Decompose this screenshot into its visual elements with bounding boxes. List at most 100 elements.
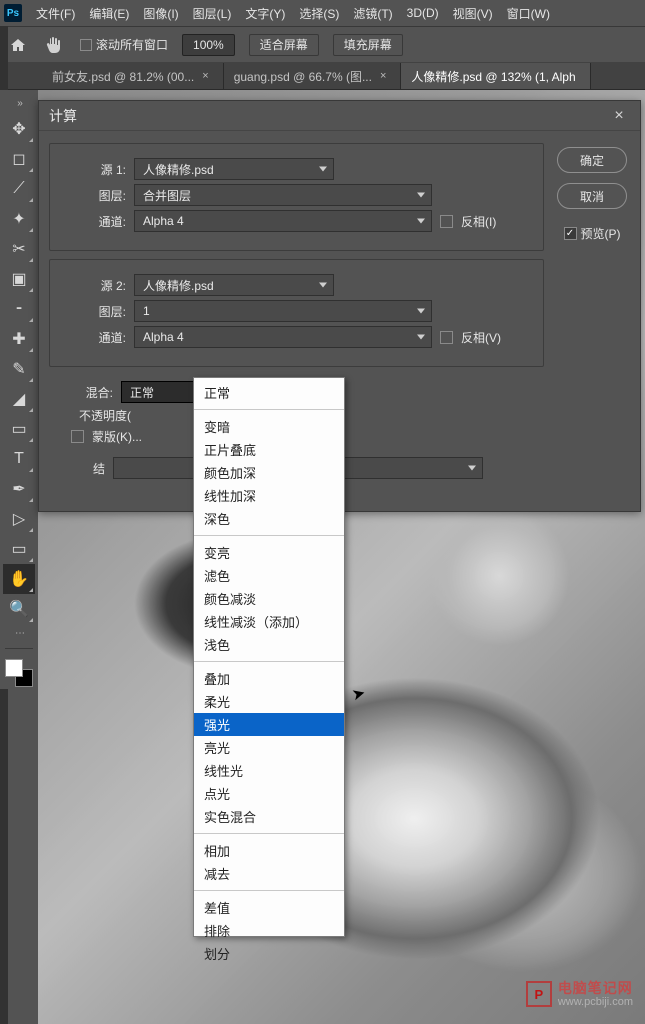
- menu-layer[interactable]: 图层(L): [193, 5, 232, 22]
- source2-invert-checkbox[interactable]: [440, 331, 453, 344]
- blend-mode-option[interactable]: 点光: [194, 782, 344, 805]
- marquee-tool[interactable]: ◻: [3, 144, 35, 174]
- close-icon[interactable]: ×: [202, 70, 208, 82]
- menu-select[interactable]: 选择(S): [299, 5, 339, 22]
- close-icon[interactable]: ×: [608, 107, 630, 125]
- document-tab-bar: 前女友.psd @ 81.2% (00... × guang.psd @ 66.…: [0, 62, 645, 90]
- brush-tool[interactable]: ✎: [3, 354, 35, 384]
- menu-3d[interactable]: 3D(D): [407, 6, 439, 20]
- blend-mode-option[interactable]: 叠加: [194, 667, 344, 690]
- blend-mode-option[interactable]: 颜色加深: [194, 461, 344, 484]
- toolbox-collapse-icon[interactable]: »: [3, 96, 35, 110]
- eyedropper-tool[interactable]: ⁃: [3, 294, 35, 324]
- menu-view[interactable]: 视图(V): [453, 5, 493, 22]
- source2-section: 源 2: 人像精修.psd 图层: 1 通道: Alpha 4 反相(V): [49, 259, 544, 367]
- hand-tool-icon[interactable]: [42, 33, 66, 57]
- fill-screen-button[interactable]: 填充屏幕: [333, 34, 403, 56]
- frame-tool[interactable]: ▣: [3, 264, 35, 294]
- move-tool[interactable]: ✥: [3, 114, 35, 144]
- blend-mode-option[interactable]: 正常: [194, 381, 344, 404]
- blend-mode-option[interactable]: 浅色: [194, 633, 344, 656]
- fit-screen-button[interactable]: 适合屏幕: [249, 34, 319, 56]
- document-tab[interactable]: 人像精修.psd @ 132% (1, Alph: [401, 63, 590, 89]
- home-icon[interactable]: [8, 35, 28, 55]
- preview-checkbox[interactable]: ✓: [564, 227, 577, 240]
- blend-mode-option[interactable]: 柔光: [194, 690, 344, 713]
- flyout-indicator-icon: [29, 348, 33, 352]
- flyout-indicator-icon: [29, 588, 33, 592]
- menu-type[interactable]: 文字(Y): [245, 5, 285, 22]
- blend-mode-dropdown[interactable]: 正常变暗正片叠底颜色加深线性加深深色变亮滤色颜色减淡线性减淡（添加）浅色叠加柔光…: [193, 377, 345, 937]
- source1-invert-checkbox[interactable]: [440, 215, 453, 228]
- path-select-tool[interactable]: ▷: [3, 504, 35, 534]
- options-bar: 滚动所有窗口 100% 适合屏幕 填充屏幕: [0, 26, 645, 62]
- toolbox-overflow-icon[interactable]: ⋯: [3, 626, 35, 640]
- blend-mode-option[interactable]: 划分: [194, 942, 344, 965]
- menu-file[interactable]: 文件(F): [36, 5, 75, 22]
- result-label: 结: [49, 460, 105, 477]
- source1-label: 源 1:: [62, 161, 126, 178]
- foreground-background-swatch[interactable]: [3, 657, 35, 689]
- blend-mode-option[interactable]: 排除: [194, 919, 344, 942]
- watermark-url: www.pcbiji.com: [558, 996, 633, 1008]
- eraser-tool[interactable]: ◢: [3, 384, 35, 414]
- document-tab[interactable]: 前女友.psd @ 81.2% (00... ×: [42, 63, 224, 89]
- flyout-indicator-icon: [29, 528, 33, 532]
- source2-channel-select[interactable]: Alpha 4: [134, 326, 432, 348]
- healing-brush-tool[interactable]: ✚: [3, 324, 35, 354]
- lasso-tool[interactable]: ⟋: [3, 174, 35, 204]
- menu-edit[interactable]: 编辑(E): [89, 5, 129, 22]
- blend-mode-option[interactable]: 正片叠底: [194, 438, 344, 461]
- blend-label: 混合:: [49, 384, 113, 401]
- document-tab[interactable]: guang.psd @ 66.7% (图... ×: [224, 63, 402, 89]
- dialog-titlebar[interactable]: 计算 ×: [39, 101, 640, 131]
- hand-tool[interactable]: ✋: [3, 564, 35, 594]
- foreground-color-swatch[interactable]: [5, 659, 23, 677]
- menu-image[interactable]: 图像(I): [143, 5, 178, 22]
- blend-mode-option[interactable]: 线性加深: [194, 484, 344, 507]
- blend-mode-option[interactable]: 变暗: [194, 415, 344, 438]
- type-tool[interactable]: T: [3, 444, 35, 474]
- blend-mode-option[interactable]: 变亮: [194, 541, 344, 564]
- close-icon[interactable]: ×: [380, 70, 386, 82]
- blend-mode-option[interactable]: 线性光: [194, 759, 344, 782]
- blend-mode-option[interactable]: 差值: [194, 896, 344, 919]
- source1-channel-select[interactable]: Alpha 4: [134, 210, 432, 232]
- ok-button[interactable]: 确定: [557, 147, 627, 173]
- blend-mode-option[interactable]: 线性减淡（添加）: [194, 610, 344, 633]
- zoom-level-button[interactable]: 100%: [182, 34, 235, 56]
- zoom-tool[interactable]: 🔍: [3, 594, 35, 624]
- gradient-tool[interactable]: ▭: [3, 414, 35, 444]
- blend-mode-option[interactable]: 亮光: [194, 736, 344, 759]
- source2-file-select[interactable]: 人像精修.psd: [134, 274, 334, 296]
- cancel-button[interactable]: 取消: [557, 183, 627, 209]
- pen-tool[interactable]: ✒: [3, 474, 35, 504]
- source1-invert-label: 反相(I): [461, 213, 496, 230]
- flyout-indicator-icon: [29, 498, 33, 502]
- source1-layer-select[interactable]: 合并图层: [134, 184, 432, 206]
- blend-mode-option[interactable]: 深色: [194, 507, 344, 530]
- menu-bar: Ps 文件(F) 编辑(E) 图像(I) 图层(L) 文字(Y) 选择(S) 滤…: [0, 0, 645, 26]
- opacity-label: 不透明度(: [49, 407, 131, 424]
- source1-channel-label: 通道:: [62, 213, 126, 230]
- magic-wand-tool[interactable]: ✦: [3, 204, 35, 234]
- blend-mode-option[interactable]: 颜色减淡: [194, 587, 344, 610]
- blend-mode-option[interactable]: 减去: [194, 862, 344, 885]
- flyout-indicator-icon: [29, 288, 33, 292]
- scroll-all-option[interactable]: 滚动所有窗口: [80, 36, 168, 53]
- menu-window[interactable]: 窗口(W): [507, 5, 550, 22]
- source2-layer-select[interactable]: 1: [134, 300, 432, 322]
- blend-mode-option[interactable]: 滤色: [194, 564, 344, 587]
- flyout-indicator-icon: [29, 378, 33, 382]
- mask-checkbox[interactable]: [71, 430, 84, 443]
- preview-option[interactable]: ✓ 预览(P): [564, 225, 621, 242]
- blend-mode-option[interactable]: 实色混合: [194, 805, 344, 828]
- scroll-all-checkbox[interactable]: [80, 39, 92, 51]
- tab-label: 前女友.psd @ 81.2% (00...: [52, 68, 194, 85]
- source1-file-select[interactable]: 人像精修.psd: [134, 158, 334, 180]
- blend-mode-option[interactable]: 相加: [194, 839, 344, 862]
- crop-tool[interactable]: ✂: [3, 234, 35, 264]
- menu-filter[interactable]: 滤镜(T): [353, 5, 392, 22]
- blend-mode-option[interactable]: 强光: [194, 713, 344, 736]
- shape-tool[interactable]: ▭: [3, 534, 35, 564]
